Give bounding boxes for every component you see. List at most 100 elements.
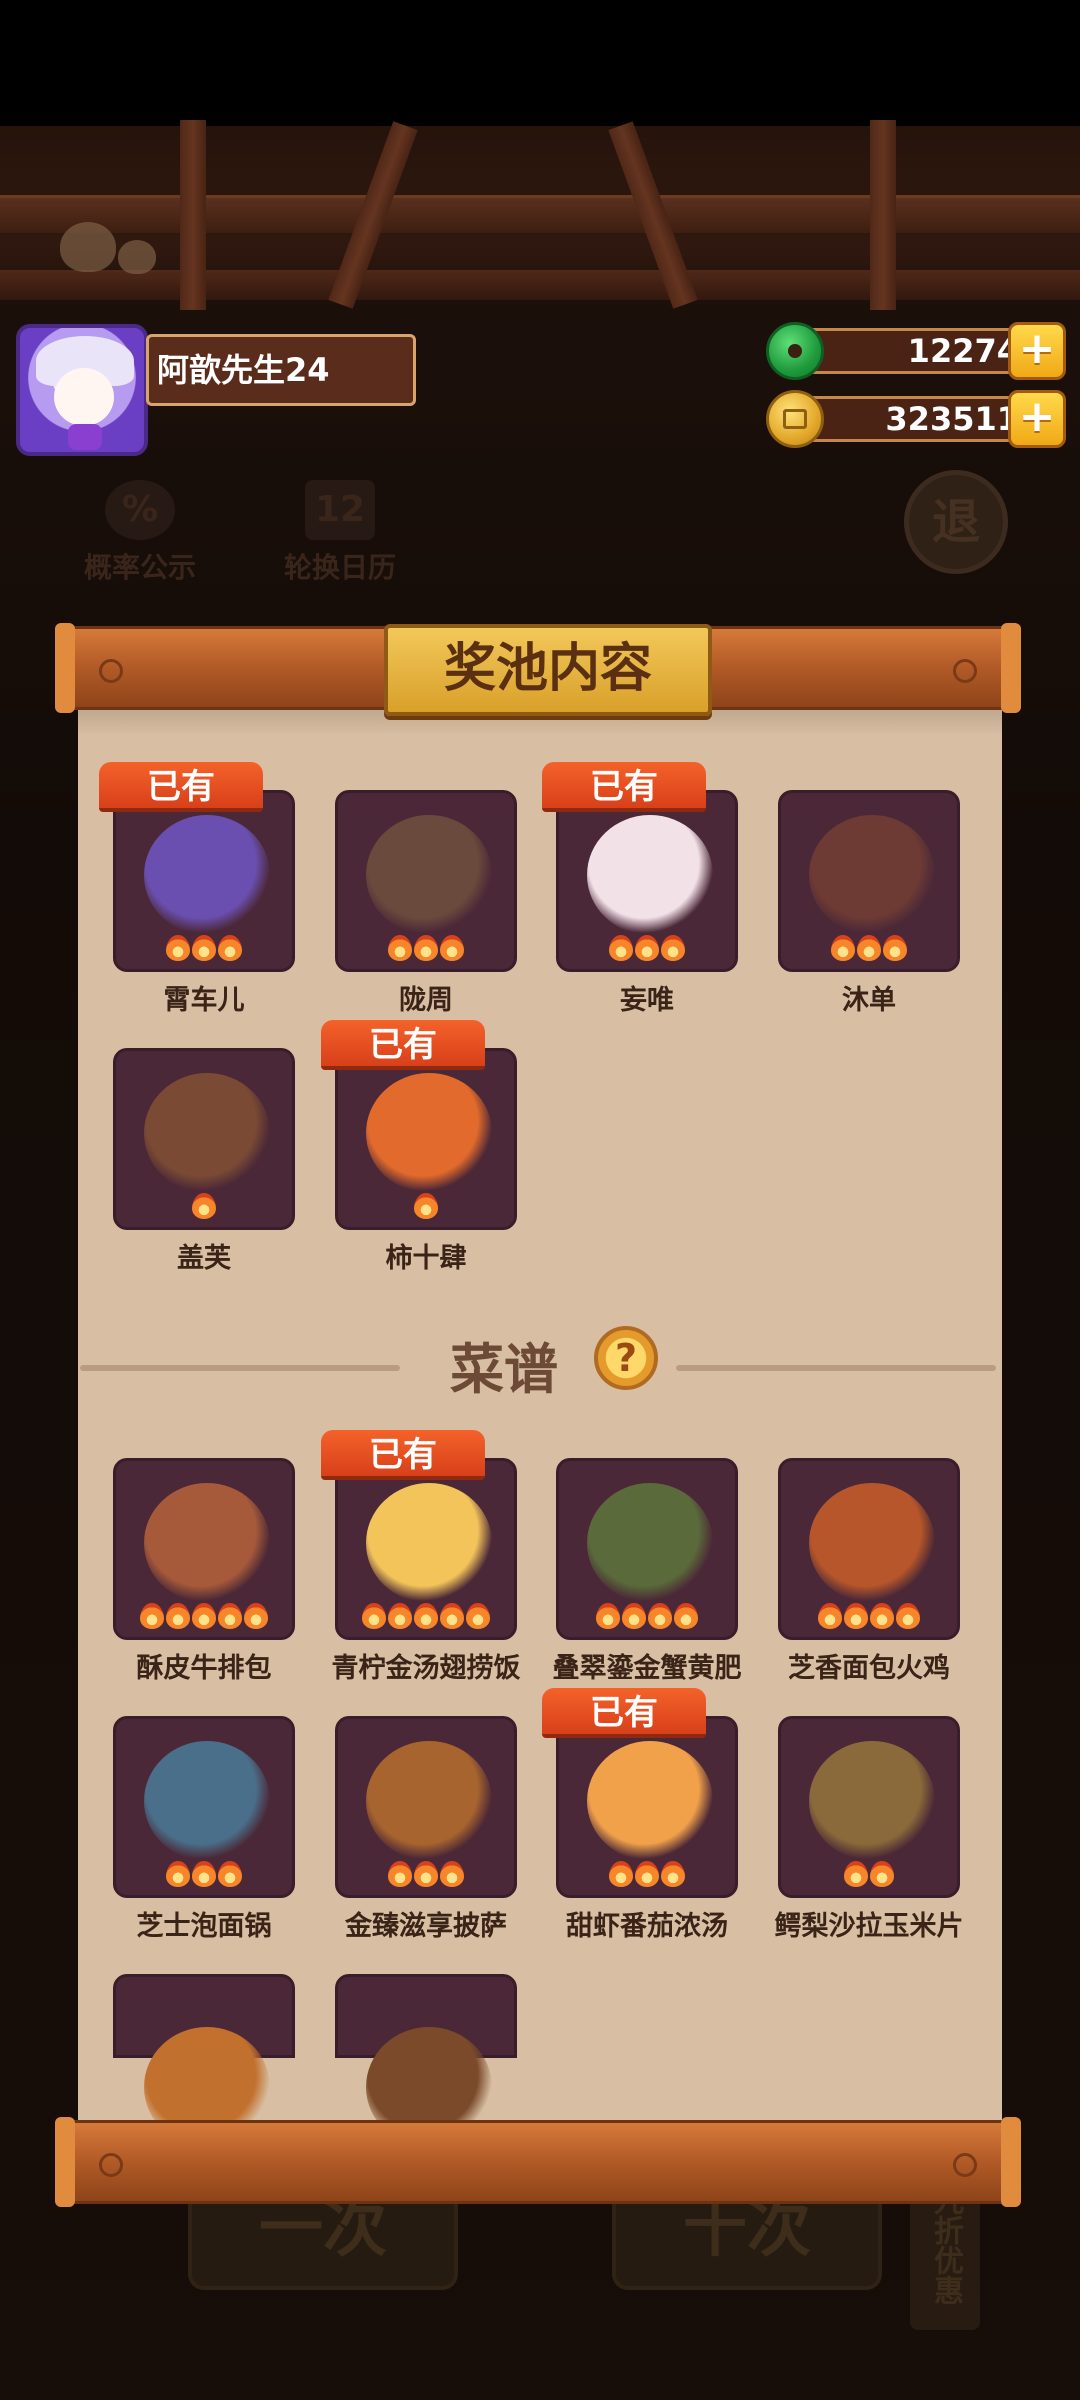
flame-icon xyxy=(166,1603,190,1629)
flame-icon xyxy=(388,1603,412,1629)
flame-icon xyxy=(674,1603,698,1629)
flame-icon xyxy=(192,935,216,961)
item-name: 甜虾番茄浓汤 xyxy=(566,1911,728,1942)
panel-title: 奖池内容 xyxy=(384,624,712,716)
flame-icon xyxy=(818,1603,842,1629)
item-name: 青柠金汤翅捞饭 xyxy=(331,1653,521,1684)
rarity-flames xyxy=(116,1603,292,1629)
item-card[interactable] xyxy=(778,1458,960,1640)
flame-icon xyxy=(440,935,464,961)
rod-cap xyxy=(55,623,75,713)
flame-icon xyxy=(844,1603,868,1629)
flame-icon xyxy=(192,1193,216,1219)
rarity-flames xyxy=(559,1603,735,1629)
section-divider xyxy=(676,1365,996,1371)
flame-icon xyxy=(870,1861,894,1887)
player-name: 阿歆先生24 xyxy=(146,334,416,406)
player-avatar[interactable] xyxy=(16,324,148,456)
jade-icon xyxy=(766,322,824,380)
flame-icon xyxy=(388,1861,412,1887)
flame-icon xyxy=(218,1603,242,1629)
item-card[interactable] xyxy=(556,1716,738,1898)
avatar-badge-icon xyxy=(68,424,102,450)
flame-icon xyxy=(166,935,190,961)
flame-icon xyxy=(857,935,881,961)
rarity-flames xyxy=(116,1193,292,1219)
flame-icon xyxy=(661,935,685,961)
recipes-title: 菜谱 xyxy=(450,1338,558,1401)
item-art xyxy=(587,1741,713,1861)
flame-icon xyxy=(831,935,855,961)
item-card[interactable] xyxy=(778,790,960,972)
help-icon[interactable]: ? xyxy=(594,1326,658,1390)
item-card[interactable] xyxy=(556,790,738,972)
item-name: 芝香面包火鸡 xyxy=(788,1653,950,1684)
coin-amount: 323511 xyxy=(796,396,1032,442)
rod-cap xyxy=(55,2117,75,2207)
item-art xyxy=(366,1483,492,1603)
item-name: 盖芙 xyxy=(177,1243,231,1274)
owned-badge: 已有 xyxy=(99,762,263,812)
flame-icon xyxy=(362,1603,386,1629)
flame-icon xyxy=(192,1603,216,1629)
avatar-face xyxy=(54,368,114,426)
flame-icon xyxy=(414,1861,438,1887)
flame-icon xyxy=(609,1861,633,1887)
rarity-flames xyxy=(781,935,957,961)
flame-icon xyxy=(896,1603,920,1629)
flame-icon xyxy=(440,1603,464,1629)
item-card[interactable] xyxy=(335,1974,517,2147)
item-art xyxy=(366,815,492,935)
item-card[interactable] xyxy=(113,790,295,972)
flame-icon xyxy=(414,935,438,961)
item-name: 陇周 xyxy=(399,985,453,1016)
flame-icon xyxy=(414,1193,438,1219)
flame-icon xyxy=(466,1603,490,1629)
rarity-flames xyxy=(338,935,514,961)
item-card[interactable] xyxy=(778,1716,960,1898)
item-card[interactable] xyxy=(113,1974,295,2147)
flame-icon xyxy=(218,935,242,961)
item-name: 沐单 xyxy=(842,985,896,1016)
rarity-flames xyxy=(338,1603,514,1629)
scroll-bottom-rod xyxy=(55,2117,1021,2207)
flame-icon xyxy=(440,1861,464,1887)
item-card[interactable] xyxy=(335,1048,517,1230)
rarity-flames xyxy=(338,1861,514,1887)
rarity-flames xyxy=(116,935,292,961)
flame-icon xyxy=(844,1861,868,1887)
item-card[interactable] xyxy=(335,790,517,972)
item-card[interactable] xyxy=(113,1716,295,1898)
section-divider xyxy=(80,1365,400,1371)
item-art xyxy=(366,1741,492,1861)
item-art xyxy=(144,1483,270,1603)
item-name: 妄唯 xyxy=(620,985,674,1016)
rarity-flames xyxy=(559,1861,735,1887)
rod-cap xyxy=(1001,2117,1021,2207)
item-card[interactable] xyxy=(335,1716,517,1898)
item-name: 鳄梨沙拉玉米片 xyxy=(774,1911,964,1942)
flame-icon xyxy=(414,1603,438,1629)
flame-icon xyxy=(622,1603,646,1629)
coin-currency: 323511 + xyxy=(766,390,1066,448)
item-name: 柿十肆 xyxy=(385,1243,467,1274)
flame-icon xyxy=(635,1861,659,1887)
flame-icon xyxy=(218,1861,242,1887)
item-name: 芝士泡面锅 xyxy=(136,1911,272,1942)
item-art xyxy=(144,1073,270,1193)
flame-icon xyxy=(140,1603,164,1629)
add-jade-button[interactable]: + xyxy=(1008,322,1066,380)
jade-amount: 12274 xyxy=(796,328,1032,374)
item-card[interactable] xyxy=(556,1458,738,1640)
item-card[interactable] xyxy=(335,1458,517,1640)
owned-badge: 已有 xyxy=(542,1688,706,1738)
flame-icon xyxy=(166,1861,190,1887)
flame-icon xyxy=(883,935,907,961)
rarity-flames xyxy=(338,1193,514,1219)
rod-cap xyxy=(1001,623,1021,713)
coin-icon xyxy=(766,390,824,448)
rarity-flames xyxy=(559,935,735,961)
add-coin-button[interactable]: + xyxy=(1008,390,1066,448)
item-card[interactable] xyxy=(113,1458,295,1640)
item-card[interactable] xyxy=(113,1048,295,1230)
